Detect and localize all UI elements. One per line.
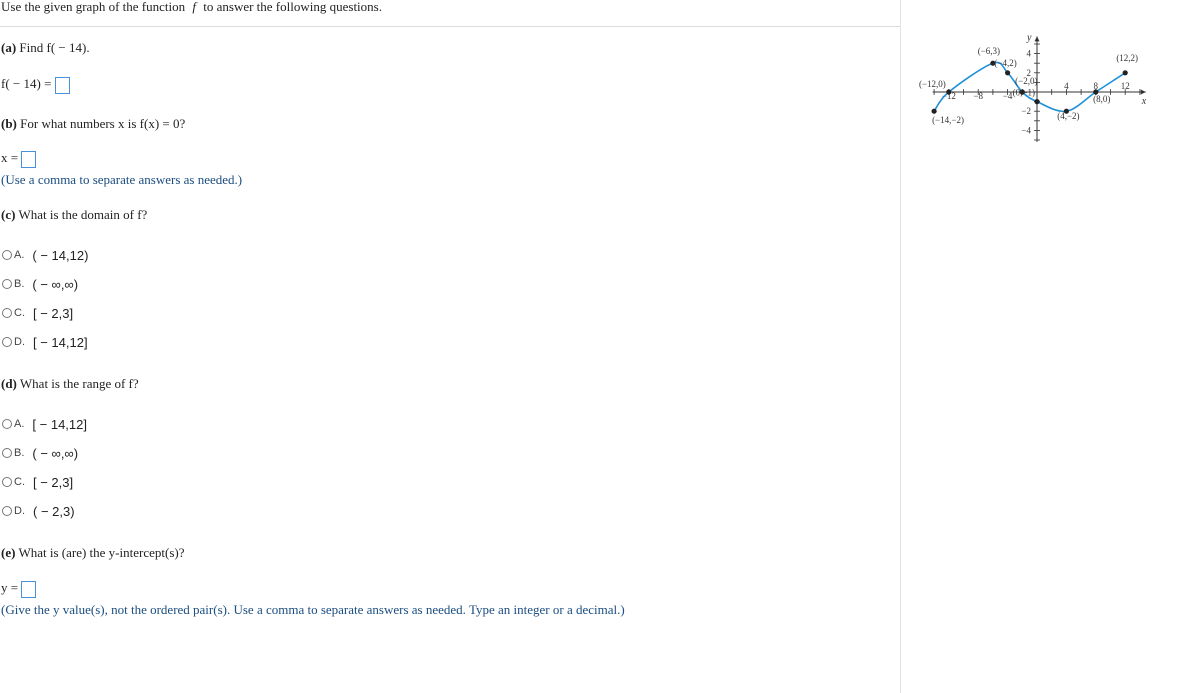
option-d-a[interactable]: A.[ − 14,12]: [2, 415, 87, 432]
radio-button[interactable]: [2, 337, 12, 348]
point-label: (4,−2): [1057, 111, 1079, 121]
point-label: (−14,−2): [932, 115, 964, 125]
point-label: (−2,0): [1015, 76, 1037, 86]
option-c-c[interactable]: C.[ − 2,3]: [2, 304, 73, 321]
option-c-a[interactable]: A.( − 14,12): [2, 246, 88, 263]
data-point: [946, 89, 952, 95]
radio-button[interactable]: [2, 506, 12, 517]
radio-button[interactable]: [2, 250, 12, 261]
point-label: (−6,3): [978, 46, 1000, 56]
question-c: (c) What is the domain of f?: [1, 207, 148, 222]
radio-button[interactable]: [2, 448, 12, 459]
header-divider: [0, 26, 900, 27]
x-axis-label: x: [1141, 96, 1147, 107]
radio-button[interactable]: [2, 419, 12, 430]
y-axis-label: y: [1026, 32, 1032, 43]
y-tick-label: 4: [1027, 49, 1032, 59]
radio-button[interactable]: [2, 308, 12, 319]
point-label: (−12,0): [919, 79, 946, 89]
point-label: (12,2): [1116, 53, 1138, 63]
y-tick-label: −4: [1021, 125, 1031, 135]
radio-button[interactable]: [2, 477, 12, 488]
answer-b-row: x =: [1, 150, 37, 168]
question-b: (b) For what numbers x is f(x) = 0?: [1, 116, 186, 131]
answer-a-label: f( − 14) =: [1, 76, 52, 91]
answer-b-input[interactable]: [21, 150, 37, 168]
option-d-b[interactable]: B.( − ∞,∞): [2, 444, 78, 461]
answer-e-row: y =: [1, 580, 37, 598]
panel-divider: [900, 0, 901, 693]
answer-b-label: x =: [1, 150, 19, 165]
question-panel: Use the given graph of the function f to…: [0, 0, 900, 693]
answer-a-input[interactable]: [54, 76, 70, 94]
data-point: [1005, 70, 1011, 76]
answer-e-label: y =: [1, 580, 19, 595]
radio-button[interactable]: [2, 279, 12, 290]
x-tick-label: 12: [1121, 81, 1130, 91]
option-c-b[interactable]: B.( − ∞,∞): [2, 275, 78, 292]
function-graph: xy−12 −8 −44 8 1242−2−4(−14,−2)(−12,0)(−6,3)…: [919, 32, 1147, 142]
data-point: [931, 108, 937, 114]
x-axis-arrow: [1140, 89, 1146, 95]
answer-b-hint: (Use a comma to separate answers as need…: [1, 172, 243, 187]
point-label: (8,0): [1093, 94, 1110, 104]
question-e: (e) What is (are) the y-intercept(s)?: [1, 545, 185, 560]
answer-a-row: f( − 14) =: [1, 76, 70, 94]
question-d: (d) What is the range of f?: [1, 376, 139, 391]
x-tick-label: −4: [1003, 91, 1013, 101]
option-c-d[interactable]: D.[ − 14,12]: [2, 333, 88, 350]
x-tick-label: −8: [973, 91, 983, 101]
option-d-d[interactable]: D.( − 2,3): [2, 502, 75, 519]
point-label: (−4,2): [994, 58, 1016, 68]
instruction-text: Use the given graph of the function f to…: [1, 0, 382, 14]
data-point: [1034, 99, 1040, 105]
option-d-c[interactable]: C.[ − 2,3]: [2, 473, 73, 490]
answer-e-hint: (Give the y value(s), not the ordered pa…: [1, 602, 625, 617]
y-axis-arrow: [1034, 36, 1040, 42]
y-tick-label: −2: [1021, 106, 1031, 116]
question-a: (a) Find f( − 14).: [1, 40, 90, 55]
x-tick-label: 4: [1064, 81, 1069, 91]
answer-e-input[interactable]: [21, 580, 37, 598]
data-point: [1122, 70, 1128, 76]
point-label: (0,−1): [1013, 88, 1035, 98]
